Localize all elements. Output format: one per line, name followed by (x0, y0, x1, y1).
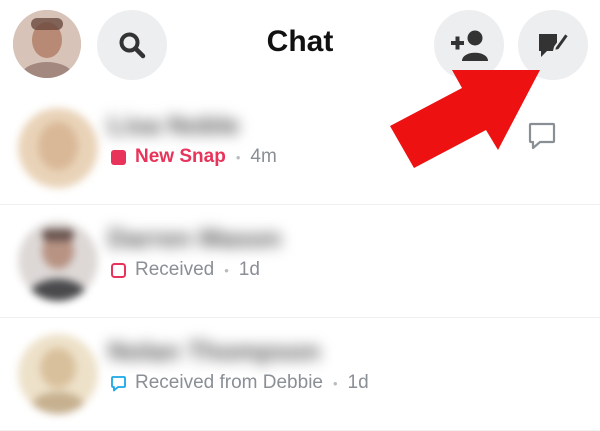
status-time: 1d (347, 372, 369, 393)
separator-dot: • (332, 375, 338, 391)
page-title: Chat (266, 25, 334, 58)
separator-dot: • (224, 262, 229, 278)
friend-name: Lisa Noble (108, 110, 240, 140)
new-snap-icon (111, 149, 126, 165)
friend-avatar (18, 221, 98, 301)
friend-name: Nolan Thompson (108, 336, 321, 366)
status-text: Received from Debbie (135, 372, 323, 393)
chat-row-2[interactable]: Darren Mason Received • 1d (0, 205, 600, 318)
separator-dot: • (235, 149, 241, 165)
new-chat-icon (539, 31, 571, 57)
add-friend-icon (451, 30, 488, 61)
received-chat-icon (111, 375, 126, 391)
status-text: New Snap (135, 146, 226, 167)
chat-status: New Snap • 4m (110, 144, 277, 170)
received-snap-icon (111, 262, 126, 278)
chat-status: Received • 1d (110, 257, 260, 283)
friend-name: Darren Mason (108, 223, 282, 253)
chat-status: Received from Debbie • 1d (110, 370, 369, 396)
status-time: 1d (238, 259, 260, 280)
status-text: Received (135, 259, 215, 280)
chat-row-3[interactable]: Nolan Thompson Received from Debbie • 1d (0, 318, 600, 431)
red-arrow-annotation (390, 70, 540, 168)
status-time: 4m (250, 146, 277, 167)
friend-avatar (18, 108, 98, 188)
friend-avatar (18, 334, 98, 414)
